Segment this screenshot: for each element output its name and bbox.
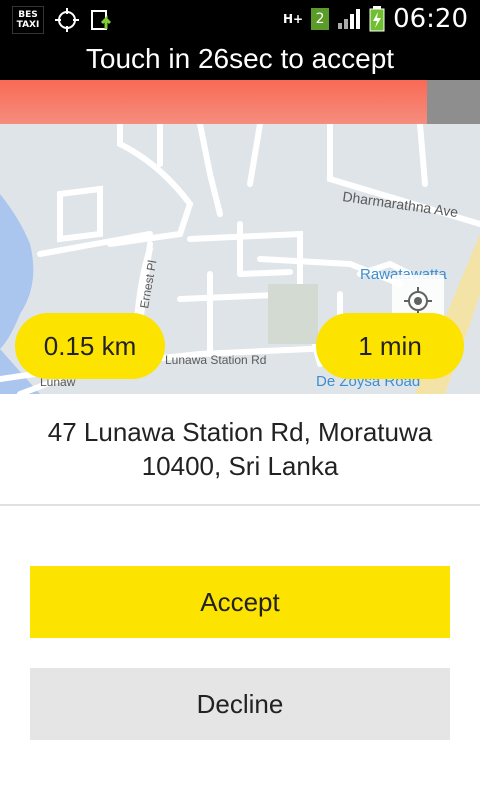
pickup-address-text: 47 Lunawa Station Rd, Moratuwa 10400, Sr…: [47, 417, 433, 481]
accept-button[interactable]: Accept: [30, 566, 450, 638]
network-type: H+: [282, 12, 304, 26]
status-bar-right: H+ 2 06:20: [283, 4, 468, 34]
status-bar-left: BES TAXI: [12, 6, 116, 34]
accept-prompt[interactable]: Touch in 26sec to accept: [0, 38, 480, 80]
distance-badge: 0.15 km: [15, 313, 165, 379]
app-badge-line1: BES: [18, 10, 38, 20]
battery-icon: [369, 6, 385, 32]
pickup-address: 47 Lunawa Station Rd, Moratuwa 10400, Sr…: [0, 394, 480, 504]
sim-indicator: 2: [311, 8, 330, 30]
upload-icon: [91, 10, 112, 30]
gps-icon: [55, 8, 79, 32]
clock: 06:20: [393, 4, 468, 34]
crosshair-icon: [404, 287, 432, 315]
bes-taxi-app-icon: BES TAXI: [12, 6, 44, 34]
signal-icon: [338, 9, 361, 29]
countdown-progress-bar: [0, 80, 480, 124]
divider: [0, 504, 480, 506]
status-bar: BES TAXI H+ 2 06:20: [0, 0, 480, 38]
decline-button[interactable]: Decline: [30, 668, 450, 740]
park-area: [268, 284, 318, 344]
eta-badge: 1 min: [316, 313, 464, 379]
app-badge-line2: TAXI: [16, 20, 40, 30]
countdown-progress-fill: [0, 80, 428, 124]
map-label-station-rd: Lunawa Station Rd: [165, 353, 266, 367]
